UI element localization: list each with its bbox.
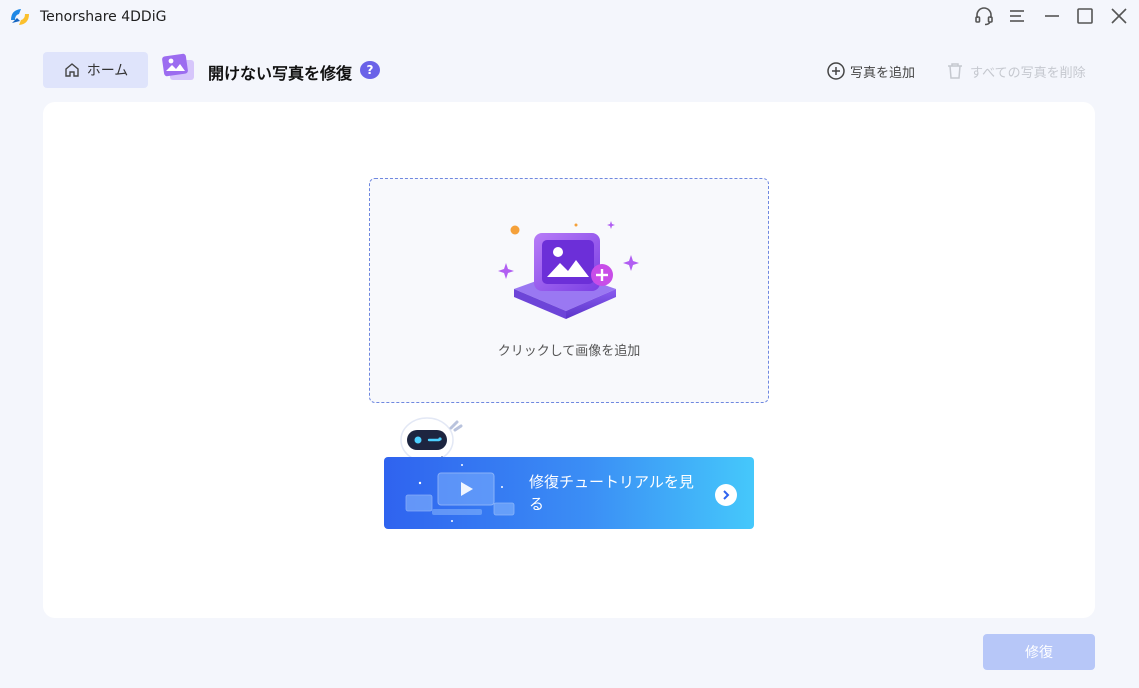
delete-all-button[interactable]: すべての写真を削除 — [946, 61, 1086, 81]
maximize-icon[interactable] — [1074, 5, 1096, 27]
page-title: 開けない写真を修復 — [208, 64, 353, 83]
home-icon — [65, 63, 79, 77]
title-bar: Tenorshare 4DDiG — [0, 0, 1139, 34]
add-photo-button[interactable]: 写真を追加 — [826, 61, 915, 81]
home-button-label: ホーム — [86, 63, 129, 79]
4ddig-logo-icon — [11, 9, 29, 25]
headset-icon[interactable] — [973, 5, 995, 27]
drop-zone-label: クリックして画像を追加 — [497, 344, 641, 359]
help-icon[interactable]: ? — [360, 61, 380, 79]
chevron-right-icon — [715, 484, 737, 506]
video-screens-icon — [405, 464, 515, 522]
trash-icon — [948, 63, 962, 79]
image-drop-zone[interactable]: クリックして画像を追加 — [369, 178, 769, 403]
add-photo-label: 写真を追加 — [850, 65, 916, 81]
photo-repair-icon — [162, 53, 194, 80]
tutorial-label: 修復チュートリアルを見る — [529, 473, 694, 513]
home-button[interactable]: ホーム — [43, 52, 148, 88]
tutorial-banner[interactable]: 修復チュートリアルを見る — [384, 457, 754, 529]
repair-button[interactable]: 修復 — [983, 634, 1095, 670]
delete-all-label: すべての写真を削除 — [970, 65, 1086, 81]
close-icon[interactable] — [1108, 5, 1130, 27]
add-image-illustration-icon — [498, 221, 639, 319]
main-panel: クリックして画像を追加 修復チュートリアルを見る — [43, 102, 1095, 618]
minimize-icon[interactable] — [1041, 5, 1063, 27]
app-title: Tenorshare 4DDiG — [40, 9, 167, 25]
menu-icon[interactable] — [1006, 5, 1028, 27]
app-window: Tenorshare 4DDiG ホーム 開けない写真を修復 ? 写真を追加 す… — [0, 0, 1139, 688]
plus-circle-icon — [827, 62, 845, 80]
